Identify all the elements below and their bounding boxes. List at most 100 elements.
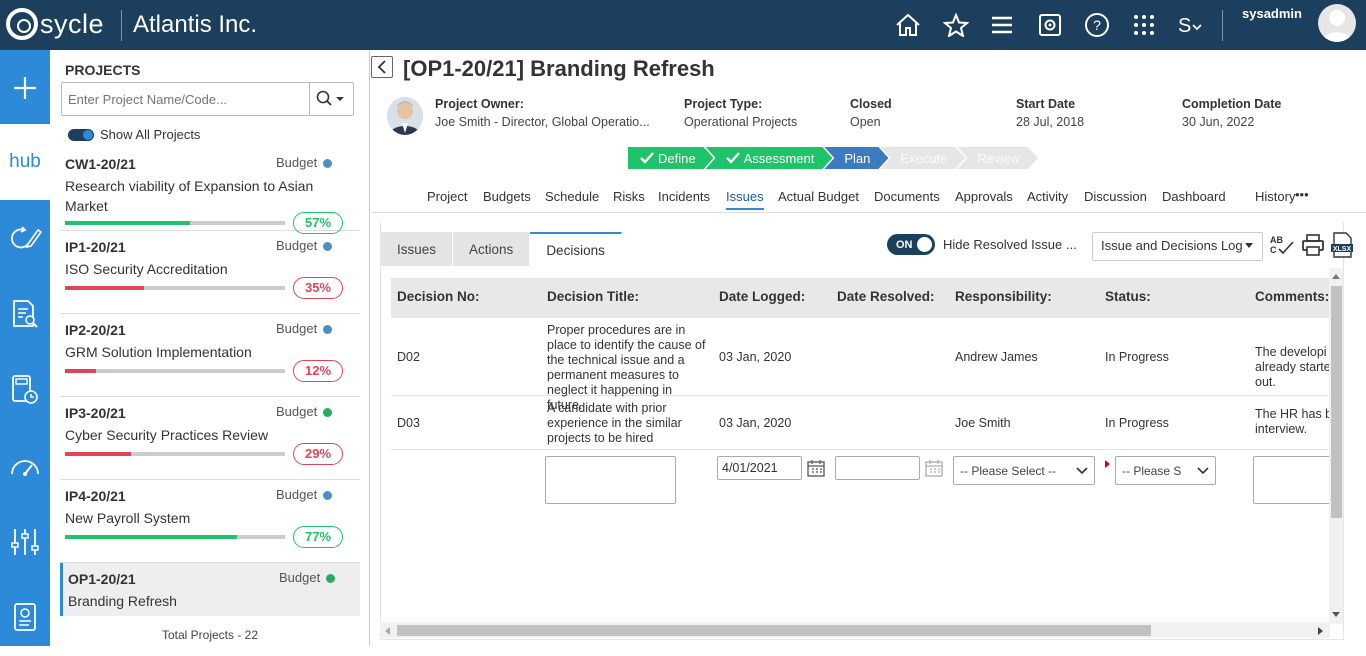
tab-history[interactable]: History: [1255, 189, 1295, 204]
top-bar: sycle Atlantis Inc. ? S sysadmin: [0, 0, 1366, 50]
tab-budgets[interactable]: Budgets: [483, 189, 531, 204]
column-header[interactable]: Date Resolved:: [837, 289, 935, 304]
tab-activity[interactable]: Activity: [1027, 189, 1068, 204]
refresh-edit-icon[interactable]: [0, 200, 50, 276]
log-select[interactable]: Issue and Decisions Log: [1092, 232, 1263, 261]
vertical-scroll-thumb[interactable]: [1331, 286, 1342, 518]
calendar-icon[interactable]: [925, 459, 943, 480]
start-date: Start Date 28 Jul, 2018: [1016, 97, 1085, 129]
tab-documents[interactable]: Documents: [874, 189, 940, 204]
scroll-down-icon[interactable]: [1331, 611, 1341, 619]
progress-bar: [65, 369, 285, 373]
stage-plan[interactable]: Plan: [824, 147, 888, 169]
progress-fill: [65, 369, 96, 373]
logo-mark: [6, 8, 38, 40]
subtab-actions[interactable]: Actions: [453, 232, 531, 266]
tab-dashboard[interactable]: Dashboard: [1162, 189, 1226, 204]
column-header[interactable]: Comments:: [1255, 289, 1329, 304]
table-row[interactable]: D03 A candidate with prior experience in …: [391, 396, 1331, 450]
hub-icon[interactable]: hub: [0, 124, 50, 200]
new-date-resolved-input[interactable]: [835, 456, 920, 480]
stage-define[interactable]: Define: [628, 147, 714, 169]
subtab-issues[interactable]: Issues: [381, 232, 454, 266]
report-icon[interactable]: [0, 580, 50, 656]
project-name: ISO Security Accreditation: [65, 261, 228, 277]
currency-icon[interactable]: S: [1174, 10, 1208, 40]
tab-schedule[interactable]: Schedule: [545, 189, 599, 204]
budget-label: Budget: [276, 155, 318, 170]
print-icon[interactable]: [1301, 234, 1325, 261]
column-header[interactable]: Decision Title:: [547, 289, 639, 304]
svg-text:XLSX: XLSX: [1333, 246, 1352, 253]
responsibility-select[interactable]: -- Please Select --: [953, 456, 1095, 485]
status-select[interactable]: -- Please S: [1115, 456, 1216, 485]
tab-approvals[interactable]: Approvals: [955, 189, 1013, 204]
on-switch[interactable]: ON: [887, 234, 935, 255]
search-button[interactable]: [309, 83, 354, 115]
calendar-icon[interactable]: [807, 459, 825, 480]
xlsx-export-icon[interactable]: XLSX: [1330, 232, 1354, 263]
main-content: [OP1-20/21] Branding Refresh Project Own…: [371, 50, 1366, 646]
side-rail: hub: [0, 50, 50, 646]
scroll-left-icon[interactable]: [383, 626, 391, 636]
scroll-up-icon[interactable]: [1331, 272, 1341, 280]
app-logo[interactable]: sycle: [6, 8, 104, 40]
tab-discussion[interactable]: Discussion: [1084, 189, 1147, 204]
show-all-projects-toggle[interactable]: Show All Projects: [68, 127, 200, 142]
star-icon[interactable]: [941, 10, 971, 40]
settings-icon[interactable]: [1035, 10, 1065, 40]
project-card[interactable]: OP1-20/21 Budget Branding Refresh: [60, 563, 360, 616]
more-tabs-button[interactable]: •••: [1295, 187, 1309, 202]
scroll-right-icon[interactable]: [1317, 626, 1325, 636]
column-header[interactable]: Status:: [1105, 289, 1151, 304]
project-card[interactable]: IP1-20/21 Budget ISO Security Accreditatio…: [60, 231, 360, 314]
back-button[interactable]: [371, 56, 393, 78]
new-date-logged-input[interactable]: 4/01/2021: [717, 456, 802, 480]
horizontal-scroll-thumb[interactable]: [397, 625, 1151, 636]
tab-project[interactable]: Project: [427, 189, 467, 204]
username[interactable]: sysadmin: [1242, 6, 1302, 21]
subtab-decisions[interactable]: Decisions: [530, 232, 622, 266]
gauge-icon[interactable]: [0, 428, 50, 504]
project-card[interactable]: CW1-20/21 Budget Research viability of Exp…: [60, 148, 360, 234]
plus-icon[interactable]: [0, 50, 50, 126]
cell-logged: 03 Jan, 2020: [719, 415, 792, 430]
tab-actual-budget[interactable]: Actual Budget: [778, 189, 859, 204]
menu-icon[interactable]: [987, 10, 1017, 40]
spellcheck-icon[interactable]: AB C: [1269, 234, 1295, 261]
project-card[interactable]: IP2-20/21 Budget GRM Solution Implementati…: [60, 314, 360, 397]
avatar[interactable]: [1318, 4, 1356, 42]
sliders-icon[interactable]: [0, 504, 50, 580]
column-header[interactable]: Decision No:: [397, 289, 480, 304]
project-search-input[interactable]: [62, 83, 302, 115]
stage-assessment[interactable]: Assessment: [706, 147, 833, 169]
budget-label: Budget: [276, 404, 318, 419]
home-icon[interactable]: [893, 10, 923, 40]
progress-percent: 77%: [293, 526, 343, 548]
project-name: Research viability of Expansion to Asian…: [65, 178, 314, 214]
project-card[interactable]: IP3-20/21 Budget Cyber Security Practices …: [60, 397, 360, 480]
column-header[interactable]: Date Logged:: [719, 289, 805, 304]
new-comments-input[interactable]: [1253, 456, 1331, 504]
project-card[interactable]: IP4-20/21 Budget New Payroll System 77%: [60, 480, 360, 563]
search-doc-icon[interactable]: [0, 276, 50, 352]
company-name: Atlantis Inc.: [133, 11, 258, 38]
horizontal-scrollbar[interactable]: [380, 622, 1330, 638]
apps-icon[interactable]: [1129, 10, 1159, 40]
tab-incidents[interactable]: Incidents: [658, 189, 710, 204]
toggle-switch[interactable]: [68, 128, 94, 141]
progress-bar: [65, 452, 285, 456]
tab-risks[interactable]: Risks: [613, 189, 645, 204]
help-icon[interactable]: ?: [1082, 10, 1112, 40]
progress-percent: 12%: [293, 360, 343, 382]
hide-resolved-toggle[interactable]: ON Hide Resolved Issue ...: [887, 234, 1077, 255]
column-header[interactable]: Responsibility:: [955, 289, 1052, 304]
table-row[interactable]: D02 Proper procedures are in place to ide…: [391, 318, 1331, 412]
budget-label: Budget: [276, 487, 318, 502]
tab-issues[interactable]: Issues: [726, 189, 764, 210]
new-title-input[interactable]: [545, 456, 676, 504]
vertical-scrollbar[interactable]: [1329, 268, 1343, 624]
stage-execute[interactable]: Execute: [880, 147, 965, 169]
calculator-clock-icon[interactable]: [0, 352, 50, 428]
stage-review[interactable]: Review: [957, 147, 1038, 169]
